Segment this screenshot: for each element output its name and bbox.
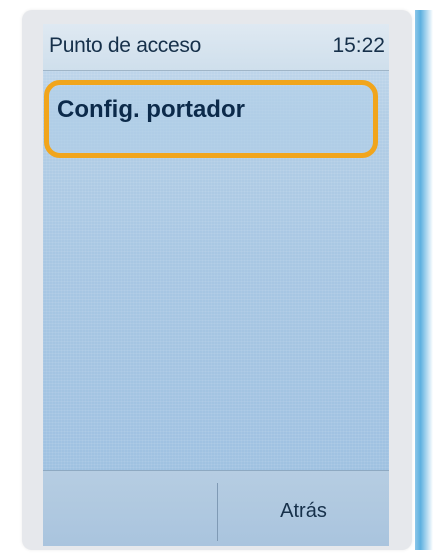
screen-title: Punto de acceso xyxy=(49,34,201,57)
list-item-label: Config. portador xyxy=(57,96,245,123)
phone-screen: Punto de acceso 15:22 Config. portador A… xyxy=(43,24,389,546)
left-softkey[interactable] xyxy=(43,471,217,546)
list-item-config-portador[interactable]: Config. portador xyxy=(44,80,378,158)
clock: 15:22 xyxy=(332,34,385,57)
status-bar: Punto de acceso 15:22 xyxy=(43,24,389,71)
back-softkey-label: Atrás xyxy=(280,499,327,522)
back-softkey[interactable]: Atrás xyxy=(218,471,389,546)
side-accent xyxy=(415,10,433,550)
softkey-bar: Atrás xyxy=(43,470,389,546)
